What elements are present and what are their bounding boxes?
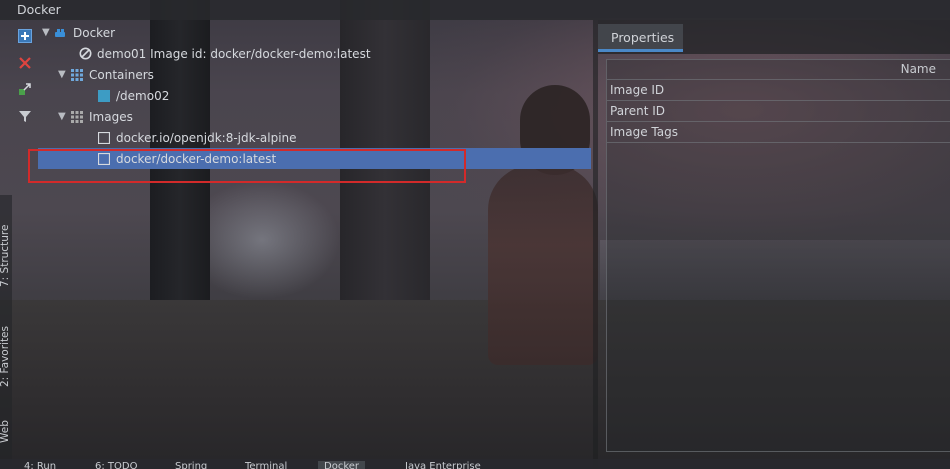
no-entry-icon	[78, 47, 92, 61]
image-icon	[97, 131, 111, 145]
tree-label: Images	[89, 109, 133, 124]
left-tool-strip: 7: Structure 2: Favorites Web	[0, 195, 12, 465]
tree-node-container[interactable]: /demo02	[97, 85, 169, 106]
add-icon	[18, 29, 32, 43]
properties-tabbar: Properties	[598, 20, 950, 54]
tree-label: demo01 Image id: docker/docker-demo:late…	[97, 46, 371, 61]
bottom-tab-docker[interactable]: Docker	[318, 461, 366, 469]
tree-node-containers[interactable]: ▼ Containers	[58, 64, 154, 85]
grid-icon	[70, 110, 84, 124]
bottom-tab-todo[interactable]: 6: TODO	[95, 461, 137, 469]
side-tab-favorites[interactable]: 2: Favorites	[0, 326, 11, 387]
docker-icon	[54, 26, 68, 40]
expand-arrow-icon[interactable]: ▼	[58, 111, 70, 122]
panel-splitter[interactable]	[593, 20, 598, 469]
tree-node-docker[interactable]: ▼ Docker	[42, 22, 115, 43]
grid-icon	[70, 68, 84, 82]
docker-toolbar	[12, 26, 38, 126]
deploy-button[interactable]	[17, 81, 33, 97]
side-tab-structure[interactable]: 7: Structure	[0, 225, 11, 287]
delete-button[interactable]	[17, 55, 33, 71]
bottom-tab-spring[interactable]: Spring	[175, 461, 207, 469]
tree-label: /demo02	[116, 88, 170, 103]
add-button[interactable]	[17, 28, 33, 44]
bottom-tool-bar: 4: Run 6: TODO Spring Terminal Docker Ja…	[0, 459, 950, 469]
background-snow	[210, 180, 340, 300]
property-row-parent-id[interactable]: Parent ID	[607, 101, 950, 122]
filter-icon	[19, 111, 31, 122]
expand-arrow-icon[interactable]: ▼	[42, 27, 54, 38]
highlight-annotation-box	[28, 149, 466, 183]
side-tab-web[interactable]: Web	[0, 420, 11, 443]
tree-label: Containers	[89, 67, 154, 82]
property-row-image-tags[interactable]: Image Tags	[607, 122, 950, 143]
properties-table: Name Image ID Parent ID Image Tags	[606, 59, 950, 452]
tree-node-image[interactable]: docker.io/openjdk:8-jdk-alpine	[97, 127, 297, 148]
filter-button[interactable]	[17, 108, 33, 124]
tree-label: Docker	[73, 25, 116, 40]
tab-properties[interactable]: Properties	[598, 24, 683, 52]
background-figure	[488, 165, 598, 365]
bottom-tab-java-enterprise[interactable]: Java Enterprise	[405, 461, 481, 469]
delete-icon	[19, 57, 31, 69]
bottom-tab-run[interactable]: 4: Run	[24, 461, 56, 469]
column-header-name[interactable]: Name	[607, 60, 950, 80]
deploy-icon	[19, 83, 31, 95]
bottom-tab-terminal[interactable]: Terminal	[245, 461, 287, 469]
tree-node-deployment[interactable]: demo01 Image id: docker/docker-demo:late…	[78, 43, 371, 64]
property-row-image-id[interactable]: Image ID	[607, 80, 950, 101]
expand-arrow-icon[interactable]: ▼	[58, 69, 70, 80]
tree-node-images[interactable]: ▼ Images	[58, 106, 133, 127]
tool-window-header: Docker	[0, 0, 950, 20]
tool-window-title: Docker	[17, 2, 61, 17]
tree-label: docker.io/openjdk:8-jdk-alpine	[116, 130, 297, 145]
container-icon	[97, 89, 111, 103]
